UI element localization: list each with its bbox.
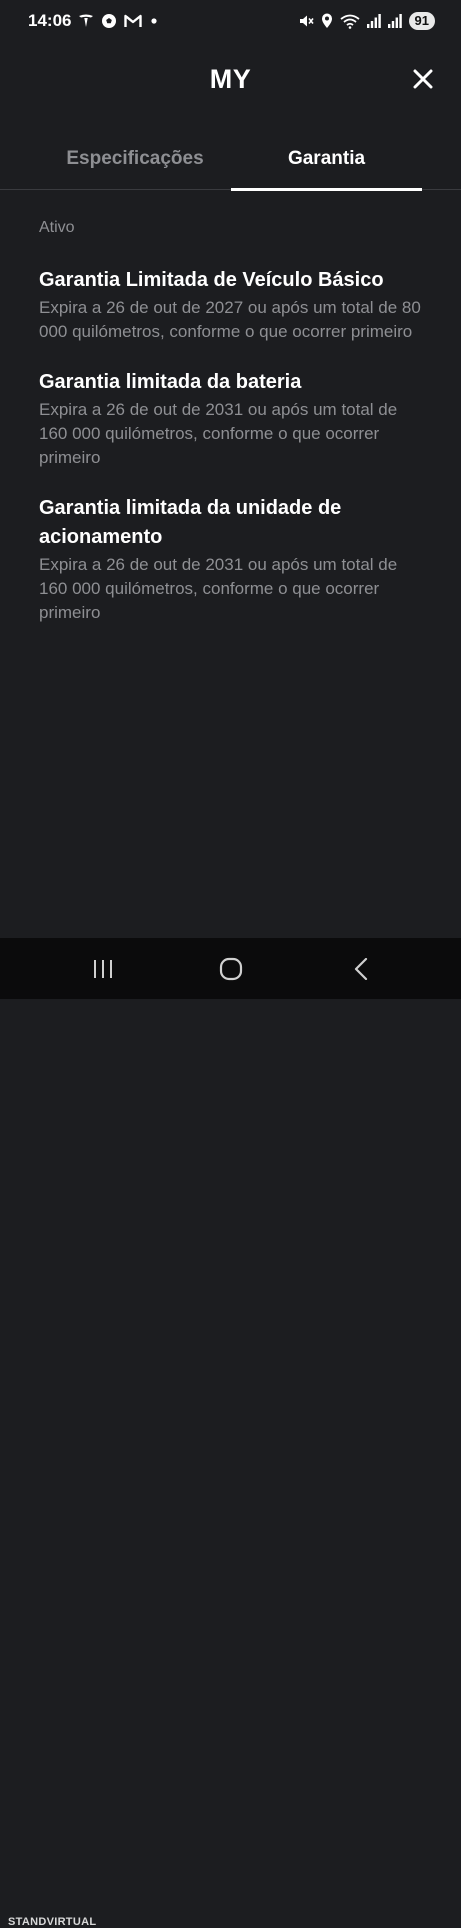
recent-apps-button[interactable] (83, 952, 123, 986)
back-button[interactable] (341, 952, 381, 986)
section-label-ativo: Ativo (39, 219, 75, 236)
close-button[interactable] (409, 65, 437, 93)
recent-apps-icon (94, 960, 112, 978)
active-tab-indicator (231, 188, 422, 191)
warranty-item-drive-unit: Garantia limitada da unidade de acioname… (39, 494, 429, 625)
warranty-content: Ativo Garantia Limitada de Veículo Básic… (39, 216, 429, 649)
signal-icon (366, 14, 381, 28)
status-time: 14:06 (28, 11, 72, 30)
wifi-icon (339, 13, 360, 29)
status-bar: 14:06 91 (0, 0, 461, 42)
home-icon (219, 957, 243, 981)
tab-especificacoes[interactable]: Especificações (40, 128, 230, 190)
gmail-icon (124, 14, 143, 28)
watermark: STANDVIRTUAL (8, 1916, 97, 1928)
warranty-title: Garantia Limitada de Veículo Básico (39, 269, 384, 291)
warranty-item-basic: Garantia Limitada de Veículo Básico Expi… (39, 266, 429, 344)
home-button[interactable] (211, 952, 251, 986)
system-nav-bar: STANDVIRTUAL (0, 938, 461, 1928)
tab-garantia[interactable]: Garantia (231, 128, 422, 190)
tesla-icon (78, 13, 94, 29)
warranty-title: Garantia limitada da unidade de acioname… (39, 497, 342, 548)
dot-icon (149, 16, 159, 26)
warranty-description: Expira a 26 de out de 2027 ou após um to… (39, 298, 421, 341)
mute-icon (298, 13, 314, 29)
location-icon (321, 13, 333, 29)
status-right: 91 (298, 12, 435, 30)
warranty-title: Garantia limitada da bateria (39, 371, 302, 393)
page-title: MY (209, 63, 252, 94)
warranty-description: Expira a 26 de out de 2031 ou após um to… (39, 400, 398, 467)
close-icon (413, 69, 433, 89)
signal-icon (387, 14, 402, 28)
warranty-description: Expira a 26 de out de 2031 ou após um to… (39, 555, 398, 622)
battery-icon: 91 (408, 12, 435, 30)
warranty-item-battery: Garantia limitada da bateria Expira a 26… (39, 368, 429, 470)
status-left: 14:06 (28, 11, 159, 31)
header: MY (0, 52, 461, 106)
back-icon (354, 958, 368, 980)
soccer-ball-icon (101, 13, 117, 29)
tab-bar: Especificações Garantia (0, 128, 461, 191)
